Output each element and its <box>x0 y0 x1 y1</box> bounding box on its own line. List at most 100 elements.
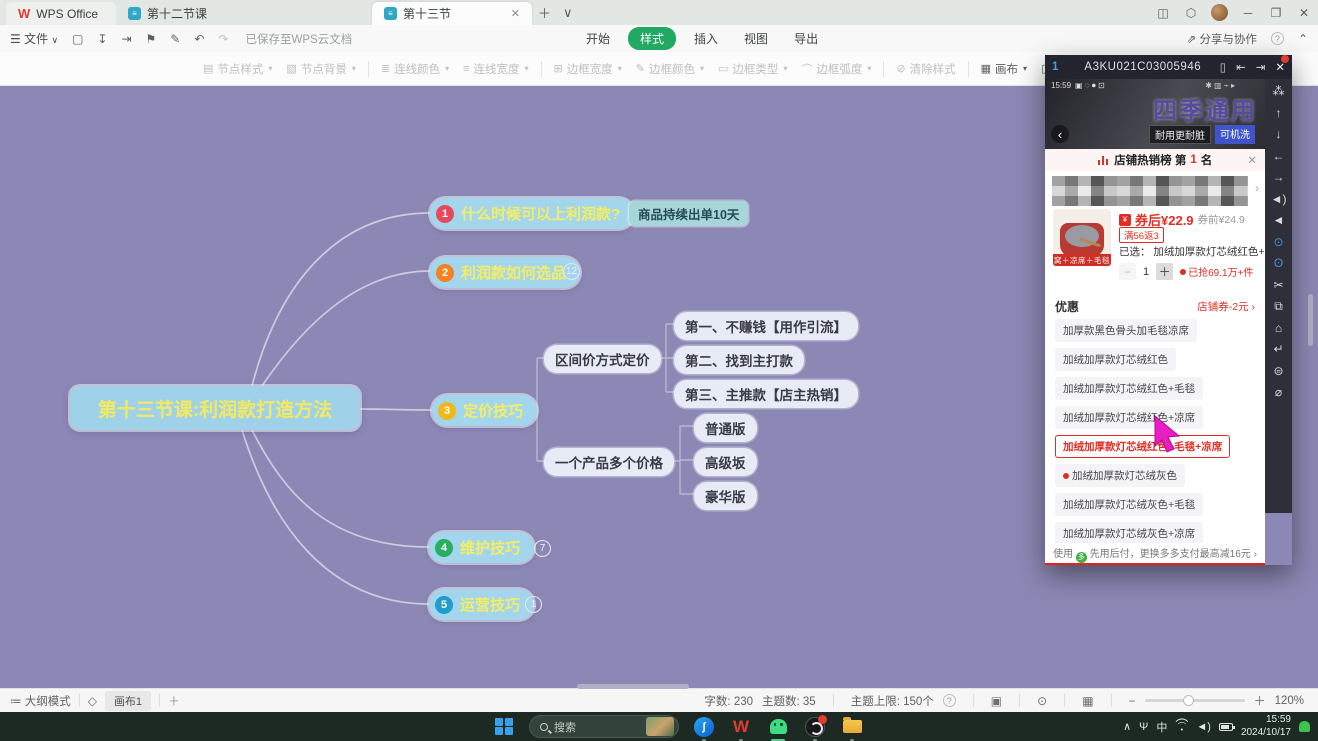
format-painter-icon[interactable]: ✎ <box>170 32 180 46</box>
volume-down-icon[interactable]: ◄ <box>1270 214 1288 226</box>
start-button[interactable] <box>492 715 516 739</box>
skin-icon[interactable]: ⬡ <box>1177 6 1205 20</box>
user-avatar[interactable] <box>1211 4 1228 21</box>
message-icon[interactable]: ⊜ <box>1270 365 1288 377</box>
help-icon[interactable]: ? <box>1271 32 1284 45</box>
leaf-node-second[interactable]: 第二、找到主打款 <box>674 346 804 374</box>
zoom-out-button[interactable]: − <box>1129 694 1136 708</box>
tray-expand-icon[interactable]: ∧ <box>1123 720 1131 733</box>
canvas-tab[interactable]: 画布1 <box>105 691 151 711</box>
zoom-in-button[interactable]: ＋ <box>1254 692 1266 709</box>
tab-doc-2[interactable]: ≡ 第十三节 ✕ <box>372 2 532 25</box>
new-window-icon[interactable]: ▢ <box>72 32 83 46</box>
cube-icon[interactable]: ◇ <box>88 694 97 708</box>
tab-close-icon[interactable]: ✕ <box>511 7 520 20</box>
wifi-icon[interactable]: ⌒⌒• <box>1175 721 1188 732</box>
device-screen-icon[interactable]: ▯ <box>1220 60 1226 74</box>
leaf-node-advanced[interactable]: 高级坂 <box>694 448 757 476</box>
ribbon-menu-开始[interactable]: 开始 <box>578 28 618 49</box>
shop-coupon-link[interactable]: 店铺券-2元 › <box>1197 299 1255 314</box>
ime-indicator[interactable]: 中 <box>1156 719 1167 735</box>
leaf-node-deluxe[interactable]: 豪华版 <box>694 482 757 510</box>
collapsed-count-badge[interactable]: 7 <box>534 540 551 557</box>
sku-option-chip[interactable]: 加绒加厚款灯芯绒红色 <box>1055 348 1176 371</box>
root-node[interactable]: 第十三节课:利润款打造方法 <box>70 386 360 430</box>
minimap-icon[interactable]: ▦ <box>1082 694 1093 708</box>
screen-off-icon[interactable]: ⌀ <box>1270 386 1288 398</box>
phone-screen[interactable]: 15:59▣ ◌ ⏺ ⊡ ✱ ▥ ⌁ ▸ 四季通用 耐用更耐脏 可机洗 ‹ 店铺… <box>1045 79 1265 565</box>
restore-button[interactable]: ❐ <box>1262 6 1290 20</box>
save-icon[interactable]: ↧ <box>97 32 107 46</box>
file-menu[interactable]: ☰ 文件 ∨ <box>10 30 58 47</box>
print-icon[interactable]: ⚑ <box>146 32 157 46</box>
sku-option-chip[interactable]: 加绒加厚款灯芯绒红色+凉席 <box>1055 406 1203 429</box>
sku-option-chip[interactable]: 加绒加厚款灯芯绒红色+毛毯 <box>1055 377 1203 400</box>
collapse-ribbon-icon[interactable]: ⌃ <box>1298 32 1308 46</box>
phone-window-titlebar[interactable]: 1 A3KU021C03005946 ▯ ⇤ ⇥ ✕ <box>1045 55 1292 79</box>
ribbon-menu-导出[interactable]: 导出 <box>786 28 826 49</box>
branch-node-1[interactable]: 1 什么时候可以上利润款? <box>430 198 634 229</box>
leaf-node-normal[interactable]: 普通版 <box>694 414 757 442</box>
child-node-order-days[interactable]: 商品持续出单10天 <box>629 201 748 226</box>
power-icon[interactable]: ⊙ <box>1270 236 1288 248</box>
add-canvas-button[interactable]: ＋ <box>168 693 180 709</box>
taskbar-app-explorer[interactable] <box>840 715 864 739</box>
notification-bell-icon[interactable] <box>1299 721 1310 732</box>
swipe-up-icon[interactable]: ↑ <box>1270 107 1288 119</box>
sku-option-chip[interactable]: 加绒加厚款灯芯绒灰色+凉席 <box>1055 522 1203 543</box>
bestseller-banner[interactable]: 店铺热销榜 第 1 名 ✕ <box>1045 149 1265 171</box>
taskbar-app-android-mirror[interactable] <box>766 715 790 739</box>
layout-icon[interactable]: ◫ <box>1149 6 1177 20</box>
prev-device-icon[interactable]: ⇤ <box>1236 60 1246 74</box>
new-tab-button[interactable]: ＋ <box>532 1 557 24</box>
zoom-slider[interactable] <box>1145 699 1245 702</box>
ribbon-menu-样式[interactable]: 样式 <box>628 27 676 50</box>
locate-center-icon[interactable]: ⊙ <box>1037 694 1047 708</box>
clock[interactable]: 15:592024/10/17 <box>1241 714 1291 739</box>
toolbar-item-画布[interactable]: ▦画布▾ <box>981 61 1027 77</box>
tab-wps-home[interactable]: W WPS Office <box>6 2 116 25</box>
tab-doc-1[interactable]: ≡ 第十二节课 <box>116 2 276 25</box>
volume-icon[interactable]: ◄) <box>1196 721 1211 733</box>
sku-option-chip[interactable]: 加绒加厚款灯芯绒灰色 <box>1055 464 1185 487</box>
product-hero-image[interactable]: 15:59▣ ◌ ⏺ ⊡ ✱ ▥ ⌁ ▸ 四季通用 耐用更耐脏 可机洗 ‹ <box>1045 79 1265 149</box>
minimize-button[interactable]: ─ <box>1234 6 1262 20</box>
taskbar-app-obs[interactable] <box>803 715 827 739</box>
qty-plus-button[interactable]: ＋ <box>1156 263 1173 280</box>
ribbon-menu-视图[interactable]: 视图 <box>736 28 776 49</box>
chevron-right-icon[interactable]: › <box>1255 181 1259 195</box>
paylater-row[interactable]: 使用 多 先用后付，更换多多支付最高减16元 › <box>1045 545 1265 563</box>
banner-close-icon[interactable]: ✕ <box>1247 153 1257 167</box>
undo-icon[interactable]: ↶ <box>194 32 204 46</box>
nav-back-icon[interactable]: ← <box>1270 150 1288 162</box>
taskbar-app-blue[interactable]: ʃ <box>692 715 716 739</box>
enter-icon[interactable]: ↵ <box>1270 343 1288 355</box>
microphone-icon[interactable]: Ψ <box>1139 721 1148 733</box>
home-icon[interactable]: ⌂ <box>1270 322 1288 334</box>
info-icon[interactable]: ? <box>943 694 956 707</box>
qty-minus-button[interactable]: − <box>1119 263 1136 280</box>
volume-up-icon[interactable]: ◄) <box>1270 193 1288 205</box>
screenshot-icon[interactable]: ✂ <box>1270 279 1288 291</box>
close-button[interactable]: ✕ <box>1290 6 1318 20</box>
product-thumbnail[interactable]: 窝＋凉席＋毛毯 <box>1053 209 1111 266</box>
swipe-down-icon[interactable]: ↓ <box>1270 128 1288 140</box>
leaf-node-first[interactable]: 第一、不赚钱【用作引流】 <box>674 312 858 340</box>
outline-mode-button[interactable]: ≔ 大纲模式 <box>10 693 71 709</box>
tab-list-caret[interactable]: ∨ <box>557 3 579 23</box>
child-node-multi-price[interactable]: 一个产品多个价格 <box>544 448 674 476</box>
child-node-range-pricing[interactable]: 区间价方式定价 <box>544 345 661 373</box>
phone-close-icon[interactable]: ✕ <box>1275 60 1285 74</box>
back-icon[interactable]: ‹ <box>1051 125 1069 143</box>
buy-button[interactable]: 0元下单，确认收货后付款 ¥22.9 <box>1045 563 1265 565</box>
fit-view-icon[interactable]: ▣ <box>991 694 1002 708</box>
sku-option-chip[interactable]: 加绒加厚款灯芯绒红色+毛毯+凉席 <box>1055 435 1230 458</box>
zoom-slider-thumb[interactable] <box>1183 695 1194 706</box>
export-icon[interactable]: ⇥ <box>121 32 131 46</box>
leaf-node-third[interactable]: 第三、主推款【店主热销】 <box>674 380 858 408</box>
canvas-horizontal-scrollbar[interactable] <box>577 684 689 689</box>
branch-node-5[interactable]: 5 运营技巧 <box>429 589 534 620</box>
branch-node-3[interactable]: 3 定价技巧 <box>432 395 537 426</box>
sku-option-chip[interactable]: 加厚款黑色骨头加毛毯凉席 <box>1055 319 1197 342</box>
taskbar-search[interactable]: 搜索 <box>529 715 679 738</box>
